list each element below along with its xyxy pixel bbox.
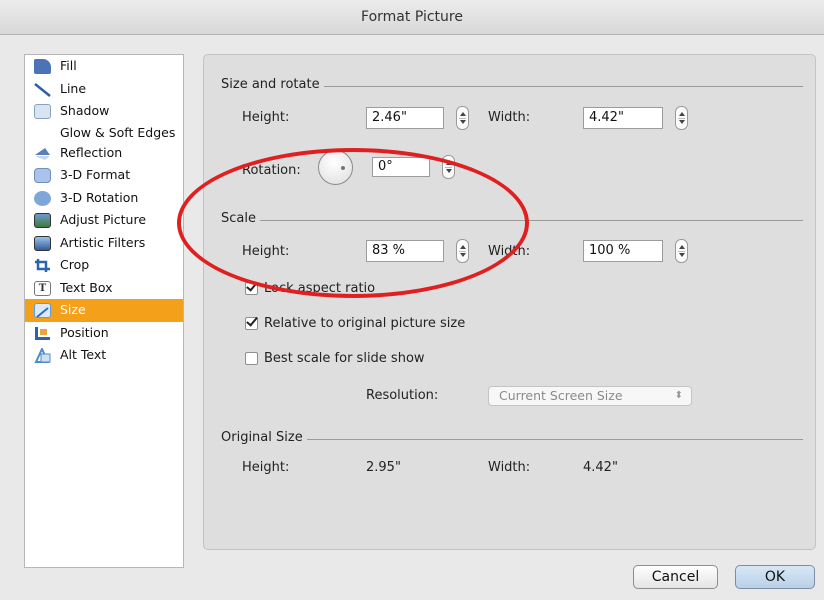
rotation-dial[interactable] (318, 150, 353, 185)
rotation-stepper[interactable] (442, 155, 455, 179)
sidebar-item-text-box[interactable]: T Text Box (25, 277, 183, 300)
sidebar-item-glow[interactable]: Glow & Soft Edges (25, 123, 183, 142)
3d-format-icon (34, 168, 51, 183)
original-height-value: 2.95" (366, 460, 401, 475)
position-icon (34, 326, 51, 341)
paint-bucket-icon (34, 59, 51, 74)
scale-height-label: Height: (242, 244, 290, 259)
sidebar-item-label: Crop (60, 257, 90, 272)
rotation-label: Rotation: (242, 163, 301, 178)
sidebar-item-label: Artistic Filters (60, 234, 146, 250)
select-arrows-icon: ⬍ (674, 390, 683, 401)
sidebar-item-reflection[interactable]: Reflection (25, 142, 183, 165)
scale-width-label: Width: (488, 244, 531, 259)
width-label: Width: (488, 110, 531, 125)
sidebar-item-shadow[interactable]: Shadow (25, 100, 183, 123)
sidebar-item-fill[interactable]: Fill (25, 55, 183, 78)
scale-width-input[interactable]: 100 % (583, 240, 663, 262)
sidebar-item-label: Shadow (60, 103, 110, 118)
height-label: Height: (242, 110, 290, 125)
line-icon (34, 82, 51, 97)
original-width-label: Width: (488, 460, 531, 475)
original-size-header: Original Size (221, 430, 803, 445)
sidebar-item-size[interactable]: Size (25, 299, 183, 322)
sidebar-item-line[interactable]: Line (25, 78, 183, 101)
sidebar-item-label: Alt Text (60, 347, 107, 362)
artistic-filters-icon (34, 235, 51, 251)
scale-header: Scale (221, 211, 803, 226)
3d-rotation-icon (34, 190, 51, 206)
scale-height-stepper[interactable] (456, 239, 469, 263)
sidebar-item-label: Fill (60, 58, 77, 73)
original-width-value: 4.42" (583, 460, 618, 475)
lock-aspect-label: Lock aspect ratio (264, 281, 376, 296)
alt-text-icon (34, 346, 51, 363)
size-settings-panel: Size and rotate Height: 2.46" Width: 4.4… (203, 54, 816, 550)
crop-icon (34, 258, 51, 273)
scale-height-input[interactable]: 83 % (366, 240, 444, 262)
sidebar-item-artistic-filters[interactable]: Artistic Filters (25, 232, 183, 255)
resolution-label: Resolution: (366, 388, 439, 403)
size-rotate-header: Size and rotate (221, 77, 803, 92)
sidebar-item-label: Position (60, 324, 109, 340)
cancel-button[interactable]: Cancel (633, 565, 718, 589)
best-scale-checkbox[interactable] (245, 352, 258, 365)
sidebar-item-alt-text[interactable]: Alt Text (25, 344, 183, 367)
sidebar-item-position[interactable]: Position (25, 322, 183, 345)
sidebar-item-3d-rotation[interactable]: 3-D Rotation (25, 187, 183, 210)
width-input[interactable]: 4.42" (583, 107, 663, 129)
scale-width-stepper[interactable] (675, 239, 688, 263)
sidebar-item-label: Adjust Picture (60, 212, 147, 227)
dialog-title-bar: Format Picture (0, 0, 824, 35)
sidebar-item-3d-format[interactable]: 3-D Format (25, 164, 183, 187)
adjust-picture-icon (34, 213, 51, 228)
shadow-icon (34, 104, 51, 119)
sidebar-item-label: 3-D Rotation (60, 189, 139, 205)
size-icon (34, 303, 51, 318)
lock-aspect-checkbox[interactable] (245, 282, 258, 295)
sidebar-item-label: Text Box (60, 279, 113, 295)
original-height-label: Height: (242, 460, 290, 475)
sidebar-item-label: Size (60, 302, 86, 317)
sidebar-item-label: Reflection (60, 144, 123, 160)
sidebar-item-label: 3-D Format (60, 167, 131, 182)
sidebar-item-label: Glow & Soft Edges (60, 124, 176, 140)
best-scale-label: Best scale for slide show (264, 351, 425, 366)
reflection-icon (34, 146, 51, 161)
sidebar-item-adjust-picture[interactable]: Adjust Picture (25, 209, 183, 232)
rotation-input[interactable]: 0° (372, 157, 430, 177)
sidebar-item-label: Line (60, 80, 87, 96)
resolution-select[interactable]: Current Screen Size ⬍ (488, 386, 692, 406)
relative-size-label: Relative to original picture size (264, 316, 466, 331)
sidebar-item-crop[interactable]: Crop (25, 254, 183, 277)
category-sidebar: Fill Line Shadow Glow & Soft Edges Refle… (24, 54, 184, 568)
relative-size-checkbox[interactable] (245, 317, 258, 330)
text-box-icon: T (34, 280, 51, 296)
height-input[interactable]: 2.46" (366, 107, 444, 129)
dialog-title: Format Picture (361, 9, 463, 25)
ok-button[interactable]: OK (735, 565, 815, 589)
height-stepper[interactable] (456, 106, 469, 130)
width-stepper[interactable] (675, 106, 688, 130)
